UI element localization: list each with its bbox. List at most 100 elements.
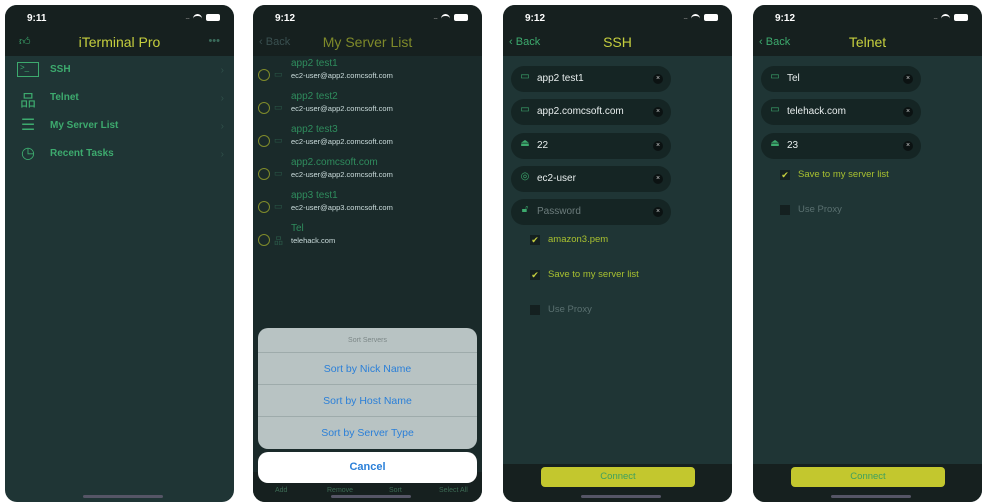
select-all-button[interactable]: Select All <box>439 487 468 495</box>
server-row[interactable]: 品 Tel telehack.com <box>253 222 482 255</box>
port-icon: ⏏ <box>520 138 530 149</box>
host-field[interactable]: ▭ telehack.com × <box>761 99 921 125</box>
clear-icon[interactable]: × <box>903 107 913 117</box>
menu-item-my-server-list[interactable]: ☰ My Server List › <box>5 113 234 141</box>
status-time: 9:11 <box>27 13 47 24</box>
page-title: SSH <box>603 34 632 50</box>
status-time: 9:12 <box>775 13 796 24</box>
chevron-right-icon: › <box>220 149 224 160</box>
home-indicator <box>581 495 661 498</box>
connect-button[interactable]: Connect <box>541 467 695 487</box>
nav-bar: ‹ Back My Server List <box>253 31 482 56</box>
select-radio[interactable] <box>258 234 270 246</box>
server-row[interactable]: ▭ app2 test1 ec2-user@app2.comcsoft.com <box>253 57 482 90</box>
server-row[interactable]: ▭ app2.comcsoft.com ec2-user@app2.comcsoft… <box>253 156 482 189</box>
menu-label: SSH <box>50 64 71 75</box>
password-field[interactable]: 🔓︎ Password × <box>511 199 671 225</box>
more-icon[interactable]: ••• <box>208 35 220 47</box>
network-icon: 品 <box>274 236 284 246</box>
add-button[interactable]: Add <box>275 487 287 495</box>
field-value: 22 <box>537 140 549 151</box>
save-label: Save to my server list <box>798 169 889 180</box>
proxy-label: Use Proxy <box>798 204 842 215</box>
field-placeholder: Password <box>537 206 581 217</box>
server-icon: ▭ <box>274 135 283 145</box>
select-radio[interactable] <box>258 135 270 147</box>
server-icon: ▭ <box>520 71 530 82</box>
battery-icon <box>704 14 718 21</box>
checkmark-icon: ✔ <box>780 170 790 180</box>
nav-bar: ‹ Back Telnet <box>753 31 982 56</box>
network-icon: 品 <box>19 93 36 110</box>
clear-icon[interactable]: × <box>653 107 663 117</box>
select-radio[interactable] <box>258 102 270 114</box>
clear-icon[interactable]: × <box>653 74 663 84</box>
server-row[interactable]: ▭ app2 test2 ec2-user@app2.comcsoft.com <box>253 90 482 123</box>
home-indicator <box>831 495 911 498</box>
server-name: app2.comcsoft.com <box>291 157 378 168</box>
clear-icon[interactable]: × <box>653 141 663 151</box>
nav-bar: ‹ Back SSH <box>503 31 732 56</box>
page-title: My Server List <box>322 34 413 50</box>
sort-button[interactable]: Sort <box>389 487 402 495</box>
select-radio[interactable] <box>258 201 270 213</box>
server-icon: ▭ <box>274 102 283 112</box>
menu-item-telnet[interactable]: 品 Telnet › <box>5 85 234 113</box>
username-field[interactable]: ◎ ec2-user × <box>511 166 671 192</box>
select-radio[interactable] <box>258 69 270 81</box>
wifi-icon <box>941 14 950 21</box>
server-host: ec2-user@app2.comcsoft.com <box>291 71 393 80</box>
clear-icon[interactable]: × <box>903 141 913 151</box>
checkmark-icon: ✔ <box>530 235 540 245</box>
server-icon: ▭ <box>274 201 283 211</box>
home-indicator <box>331 495 411 498</box>
remove-button[interactable]: Remove <box>327 487 353 495</box>
battery-icon <box>206 14 220 21</box>
sort-by-host-name-option[interactable]: Sort by Host Name <box>258 385 477 417</box>
wifi-icon <box>193 14 202 21</box>
chevron-right-icon: › <box>220 65 224 76</box>
server-host: ec2-user@app2.comcsoft.com <box>291 170 393 179</box>
menu-item-recent-tasks[interactable]: ◷ Recent Tasks › <box>5 141 234 169</box>
server-row[interactable]: ▭ app2 test3 ec2-user@app2.comcsoft.com <box>253 123 482 156</box>
server-icon: ▭ <box>274 69 283 79</box>
server-name: app2 test3 <box>291 124 338 135</box>
server-icon: ▭ <box>520 104 530 115</box>
sort-by-server-type-option[interactable]: Sort by Server Type <box>258 417 477 449</box>
phone-server-list: 9:12.... ‹ Back My Server List ▭ app2 tes… <box>253 5 482 502</box>
sort-by-nick-name-option[interactable]: Sort by Nick Name <box>258 353 477 385</box>
chevron-right-icon: › <box>220 121 224 132</box>
server-row[interactable]: ▭ app3 test1 ec2-user@app3.comcsoft.com <box>253 189 482 222</box>
wifi-icon <box>441 14 450 21</box>
clear-icon[interactable]: × <box>903 74 913 84</box>
menu-label: My Server List <box>50 120 119 131</box>
wifi-icon <box>691 14 700 21</box>
phone-ssh: 9:12.... ‹ Back SSH ▭ app2 test1 × ▭ app2.c… <box>503 5 732 502</box>
status-bar: 9:11.... <box>5 5 234 31</box>
cancel-button[interactable]: Cancel <box>258 452 477 483</box>
clear-icon[interactable]: × <box>653 207 663 217</box>
page-title: iTerminal Pro <box>78 34 161 50</box>
checkbox-box <box>780 205 790 215</box>
connect-button[interactable]: Connect <box>791 467 945 487</box>
nav-bar: 👍︎ iTerminal Pro ••• <box>5 31 234 56</box>
server-name: app2 test1 <box>291 58 338 69</box>
status-bar: 9:12.... <box>253 5 482 31</box>
status-bar: 9:12.... <box>753 5 982 31</box>
phone-telnet: 9:12.... ‹ Back Telnet ▭ Tel × ▭ telehack.c… <box>753 5 982 502</box>
status-time: 9:12 <box>525 13 546 24</box>
server-host: telehack.com <box>291 236 336 245</box>
page-title: Telnet <box>848 34 887 50</box>
port-field[interactable]: ⏏ 22 × <box>511 133 671 159</box>
port-field[interactable]: ⏏ 23 × <box>761 133 921 159</box>
nickname-field[interactable]: ▭ app2 test1 × <box>511 66 671 92</box>
field-value: ec2-user <box>537 173 576 184</box>
server-name: app3 test1 <box>291 190 338 201</box>
nickname-field[interactable]: ▭ Tel × <box>761 66 921 92</box>
proxy-label: Use Proxy <box>548 304 592 315</box>
menu-item-ssh[interactable]: >_ SSH › <box>5 57 234 85</box>
clear-icon[interactable]: × <box>653 174 663 184</box>
server-name: Tel <box>291 223 304 234</box>
host-field[interactable]: ▭ app2.comcsoft.com × <box>511 99 671 125</box>
select-radio[interactable] <box>258 168 270 180</box>
